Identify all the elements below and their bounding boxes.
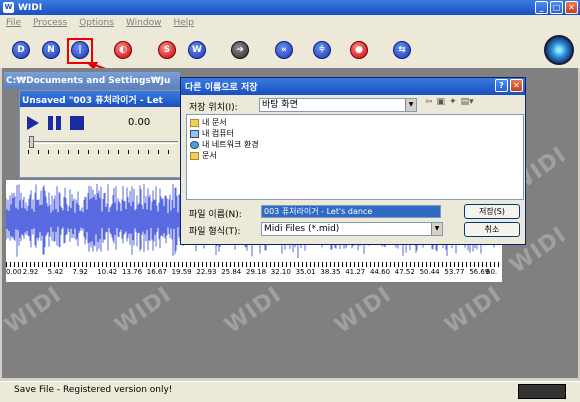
new-tool-icon[interactable]: D	[12, 41, 30, 59]
app-title-bar: W WIDI _ □ ✕	[0, 0, 580, 15]
time-display: 0.00	[128, 117, 151, 128]
ruler-label: 41.27	[345, 268, 366, 276]
stop-icon[interactable]	[70, 116, 84, 130]
document-window-title[interactable]: C:₩Documents and Settings₩Ju	[4, 72, 180, 89]
playback-window: Unsaved "003 퓨처라이거 - Let 0.00	[19, 90, 181, 178]
wave-tool-icon[interactable]: W	[188, 41, 206, 59]
status-indicator	[518, 384, 566, 399]
folder-icon	[190, 151, 199, 160]
filetype-label: 파일 형식(T):	[189, 227, 241, 237]
help-button[interactable]: ?	[495, 79, 508, 92]
menu-file[interactable]: File	[6, 18, 21, 28]
playback-window-title[interactable]: Unsaved "003 퓨처라이거 - Let	[20, 91, 180, 107]
stop-record-tool-icon[interactable]: ●	[350, 41, 368, 59]
ruler-label: 25.84	[221, 268, 242, 276]
dialog-title-bar: 다른 이름으로 저장 ? ✕	[181, 78, 525, 95]
convert-tool-icon[interactable]: S	[158, 41, 176, 59]
ruler-label: 10.42	[97, 268, 118, 276]
status-text: Save File - Registered version only!	[14, 385, 173, 395]
seek-slider[interactable]	[28, 141, 178, 144]
folder-icon	[190, 118, 199, 127]
dialog-close-button[interactable]: ✕	[510, 79, 523, 92]
filetype-select[interactable]: Midi Files (*.mid) ▼	[261, 222, 443, 236]
seek-slider-thumb[interactable]	[29, 136, 34, 148]
rewind-tool-icon[interactable]: «	[275, 41, 293, 59]
minimize-button[interactable]: _	[535, 1, 548, 14]
maximize-button[interactable]: □	[550, 1, 563, 14]
list-item[interactable]: 문서	[190, 150, 217, 161]
ruler-label: 5.42	[47, 268, 64, 276]
menu-process[interactable]: Process	[33, 18, 67, 28]
record-tool-icon[interactable]: ◐	[114, 41, 132, 59]
dialog-title: 다른 이름으로 저장	[185, 83, 258, 93]
network-icon	[190, 140, 199, 149]
app-title: WIDI	[18, 2, 43, 13]
status-bar: Save File - Registered version only!	[0, 381, 580, 402]
watermark: WIDI	[330, 282, 397, 339]
new-folder-icon[interactable]: ✦	[449, 97, 457, 107]
watermark: WIDI	[0, 282, 67, 339]
ruler-label: 35.01	[295, 268, 316, 276]
file-list[interactable]: 내 문서 내 컴퓨터 내 네트워크 환경 문서	[186, 114, 524, 200]
filename-label: 파일 이름(N):	[189, 210, 242, 220]
up-folder-icon[interactable]: ▣	[437, 97, 446, 107]
ruler-label: 44.60	[370, 268, 391, 276]
ruler-label: 16.67	[146, 268, 167, 276]
watermark: WIDI	[110, 282, 177, 339]
menu-window[interactable]: Window	[126, 18, 162, 28]
view-menu-icon[interactable]: ▤▾	[461, 97, 474, 107]
ruler-label: 53.77	[444, 268, 465, 276]
slider-ticks	[28, 150, 178, 154]
document-title: C:₩Documents and Settings₩Ju	[6, 75, 171, 86]
watermark: WIDI	[440, 282, 507, 339]
app-logo-icon: W	[3, 2, 14, 13]
time-ruler: 0.00 2.92 5.42 7.92 10.42 13.76 16.67 19.59 22.9…	[6, 262, 502, 282]
computer-icon	[190, 129, 199, 138]
location-select[interactable]: 바탕 화면 ▼	[259, 98, 417, 112]
save-as-dialog: 다른 이름으로 저장 ? ✕ 저장 위치(I): 바탕 화면 ▼ ⇦ ▣ ✦ ▤…	[180, 77, 526, 245]
ruler-label: 38.35	[320, 268, 341, 276]
list-item[interactable]: 내 컴퓨터	[190, 128, 234, 139]
play-icon[interactable]	[27, 116, 39, 130]
list-item[interactable]: 내 네트워크 환경	[190, 139, 259, 150]
ruler-label: 0.00	[6, 268, 22, 276]
ruler-label: 2.92	[22, 268, 39, 276]
cancel-button[interactable]: 취소	[464, 222, 520, 237]
pause-icon[interactable]	[48, 116, 62, 130]
location-label: 저장 위치(I):	[189, 103, 238, 113]
close-button[interactable]: ✕	[565, 1, 578, 14]
menu-options[interactable]: Options	[79, 18, 114, 28]
watermark: WIDI	[220, 282, 287, 339]
filename-field[interactable]: 003 퓨처라이거 - Let's dance	[261, 205, 441, 218]
chevron-down-icon[interactable]: ▼	[405, 99, 416, 111]
split-tool-icon[interactable]: ⫩	[313, 41, 331, 59]
app-logo-icon	[544, 35, 574, 65]
ruler-label: 32.10	[270, 268, 291, 276]
ruler-label: 22.93	[196, 268, 217, 276]
menu-help[interactable]: Help	[173, 18, 194, 28]
list-item[interactable]: 내 문서	[190, 117, 227, 128]
ruler-label: 7.92	[72, 268, 88, 276]
ruler-label: 60.	[486, 268, 498, 276]
ruler-label: 50.44	[419, 268, 440, 276]
menu-bar: File Process Options Window Help	[0, 15, 580, 31]
ruler-label: 13.76	[122, 268, 143, 276]
ruler-ticks	[6, 262, 502, 267]
filetype-value: Midi Files (*.mid)	[264, 224, 340, 234]
open-tool-icon[interactable]: N	[42, 41, 60, 59]
ruler-label: 29.18	[246, 268, 267, 276]
location-value: 바탕 화면	[262, 100, 298, 110]
save-button[interactable]: 저장(S)	[464, 204, 520, 219]
forward-tool-icon[interactable]: ➔	[231, 41, 249, 59]
ruler-label: 47.52	[394, 268, 415, 276]
export-tool-icon[interactable]: ⇆	[393, 41, 411, 59]
ruler-label: 19.59	[171, 268, 192, 276]
chevron-down-icon[interactable]: ▼	[431, 223, 442, 235]
back-icon[interactable]: ⇦	[425, 97, 433, 107]
nav-icons: ⇦ ▣ ✦ ▤▾	[425, 97, 474, 107]
